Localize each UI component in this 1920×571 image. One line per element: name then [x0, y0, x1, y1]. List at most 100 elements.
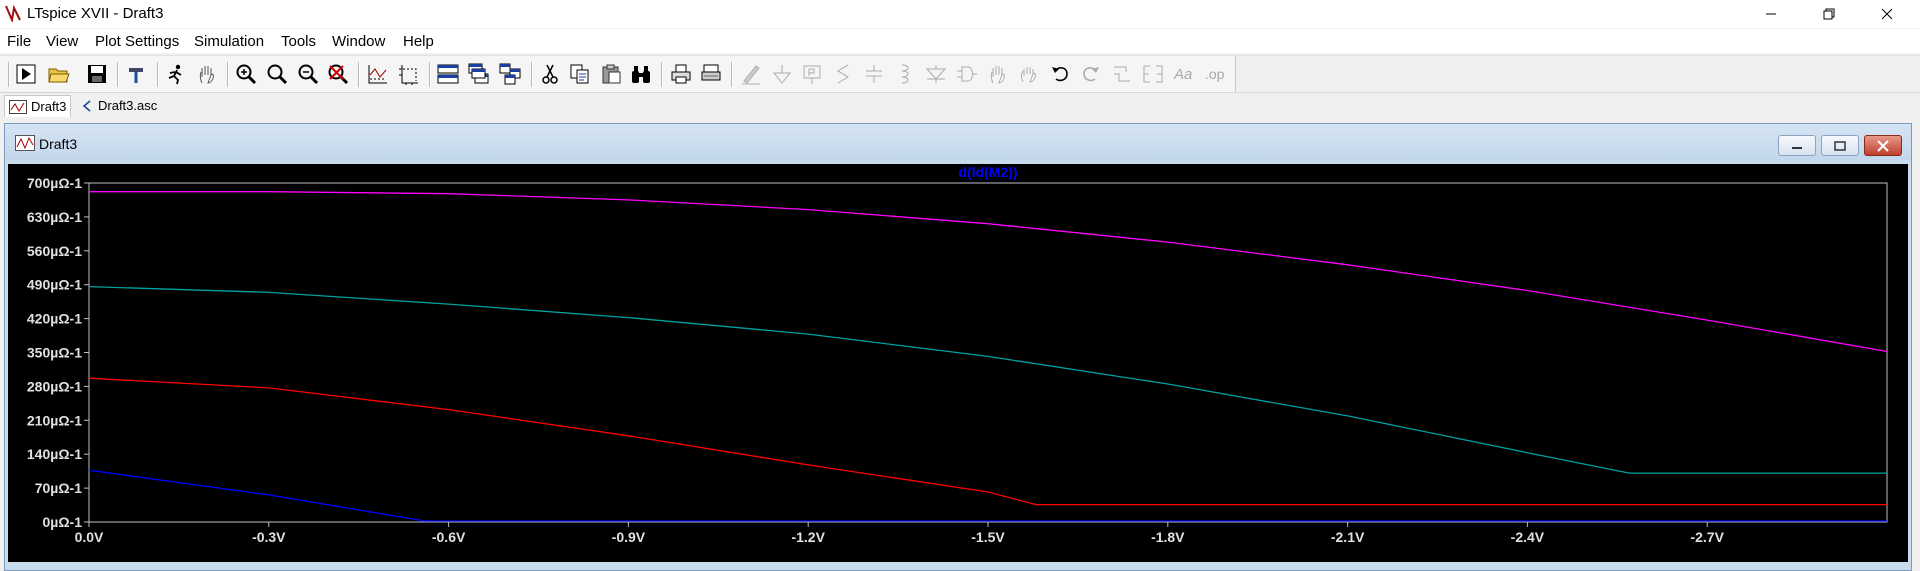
inductor-icon [901, 64, 909, 84]
redo-button[interactable] [1078, 61, 1104, 87]
printer-icon [671, 64, 691, 84]
y-tick-label: 560µΩ-1 [27, 243, 82, 259]
draw-wire-button[interactable] [738, 61, 764, 87]
print-preview-button[interactable] [698, 61, 724, 87]
x-tick-label: -1.8V [1151, 529, 1185, 545]
schematic-icon [82, 99, 91, 112]
menu-file[interactable]: File [7, 33, 31, 50]
inductor-button[interactable] [892, 61, 918, 87]
zoom-out-button[interactable] [295, 61, 321, 87]
window-title: LTspice XVII - Draft3 [27, 5, 164, 22]
x-tick-label: -2.1V [1331, 529, 1365, 545]
menu-help[interactable]: Help [403, 33, 434, 50]
pan-button[interactable] [194, 61, 220, 87]
ground-button[interactable] [769, 61, 795, 87]
tab-label: Draft3 [31, 99, 67, 114]
tab-draft3-schematic[interactable]: Draft3.asc [76, 95, 161, 116]
diode-button[interactable] [923, 61, 949, 87]
plot-window-title: Draft3 [39, 136, 78, 152]
ltspice-app-icon [5, 4, 21, 22]
tab-label: Draft3.asc [98, 98, 158, 113]
minimize-icon [1766, 13, 1776, 15]
menu-plot-settings[interactable]: Plot Settings [95, 33, 179, 50]
paste-icon [602, 64, 621, 84]
zoom-in-icon [236, 64, 257, 85]
control-panel-button[interactable] [124, 61, 150, 87]
print-button[interactable] [668, 61, 694, 87]
run-simulation-button[interactable] [13, 61, 39, 87]
close-button[interactable] [1858, 0, 1916, 28]
waveform-icon [9, 99, 27, 114]
y-tick-label: 490µΩ-1 [27, 277, 82, 293]
running-man-icon [168, 64, 182, 85]
text-button[interactable]: Aa [1171, 61, 1197, 87]
redo-icon [1083, 67, 1099, 82]
rotate-button[interactable] [1109, 61, 1135, 87]
minimize-button[interactable] [1742, 0, 1800, 28]
spice-directive-button[interactable]: .op [1202, 61, 1228, 87]
restore-button[interactable] [1800, 0, 1858, 28]
tile-vertical-button[interactable] [497, 61, 523, 87]
x-tick-label: -0.3V [252, 529, 286, 545]
scissors-icon [542, 64, 558, 84]
document-tabs: Draft3 Draft3.asc [0, 93, 1920, 118]
resistor-button[interactable] [830, 61, 856, 87]
plot-window-title-bar: Draft3 [5, 124, 1911, 160]
zoom-full-button[interactable] [264, 61, 290, 87]
halt-button[interactable] [163, 61, 189, 87]
menu-window[interactable]: Window [332, 33, 385, 50]
x-tick-label: -1.5V [971, 529, 1005, 545]
x-tick-label: 0.0V [75, 529, 104, 545]
plot-minimize-button[interactable] [1778, 135, 1816, 156]
open-file-button[interactable] [46, 61, 72, 87]
trace-title: d(Id(M2)) [958, 164, 1017, 180]
svg-text:Aa: Aa [1173, 66, 1192, 83]
tile-horizontal-button[interactable] [435, 61, 461, 87]
capacitor-icon [866, 65, 882, 83]
paste-button[interactable] [598, 61, 624, 87]
waveform-plot[interactable]: d(Id(M2)) 700µΩ-1 630µΩ-1 560µΩ-1 490µΩ-1 420… [8, 164, 1908, 562]
plot-close-button[interactable] [1864, 135, 1902, 156]
y-tick-label: 350µΩ-1 [27, 345, 82, 361]
copy-button[interactable] [567, 61, 593, 87]
pencil-icon [742, 65, 760, 85]
binoculars-icon [632, 66, 650, 83]
open-folder-icon [48, 68, 70, 83]
capacitor-button[interactable] [861, 61, 887, 87]
restore-icon [1834, 140, 1846, 151]
tab-draft3-plot[interactable]: Draft3 [4, 95, 72, 117]
autorange-button[interactable] [365, 61, 391, 87]
svg-text:.op: .op [1205, 66, 1225, 82]
label-net-icon [803, 65, 821, 84]
component-button[interactable] [954, 61, 980, 87]
drag-hand-icon [1021, 67, 1036, 83]
print-preview-icon [701, 64, 721, 81]
run-icon [16, 64, 36, 84]
menu-tools[interactable]: Tools [281, 33, 316, 50]
close-icon [1877, 139, 1889, 152]
mirror-button[interactable] [1140, 61, 1166, 87]
cascade-button[interactable] [466, 61, 492, 87]
y-tick-label: 280µΩ-1 [27, 378, 82, 394]
close-icon [1881, 8, 1893, 20]
restore-icon [1823, 8, 1835, 20]
x-tick-label: -0.9V [612, 529, 646, 545]
menu-simulation[interactable]: Simulation [194, 33, 264, 50]
setup-axes-button[interactable] [396, 61, 422, 87]
move-button[interactable] [985, 61, 1011, 87]
plot-restore-button[interactable] [1821, 135, 1859, 156]
save-button[interactable] [84, 61, 110, 87]
undo-button[interactable] [1047, 61, 1073, 87]
menu-view[interactable]: View [46, 33, 78, 50]
y-tick-label: 700µΩ-1 [27, 175, 82, 191]
label-net-button[interactable] [799, 61, 825, 87]
drag-button[interactable] [1016, 61, 1042, 87]
cut-button[interactable] [537, 61, 563, 87]
y-tick-label: 70µΩ-1 [35, 480, 83, 496]
y-tick-label: 0µΩ-1 [42, 514, 82, 530]
zoom-in-button[interactable] [233, 61, 259, 87]
find-button[interactable] [628, 61, 654, 87]
zoom-cancel-button[interactable] [325, 61, 351, 87]
y-tick-label: 630µΩ-1 [27, 209, 82, 225]
plot-background [8, 164, 1908, 562]
